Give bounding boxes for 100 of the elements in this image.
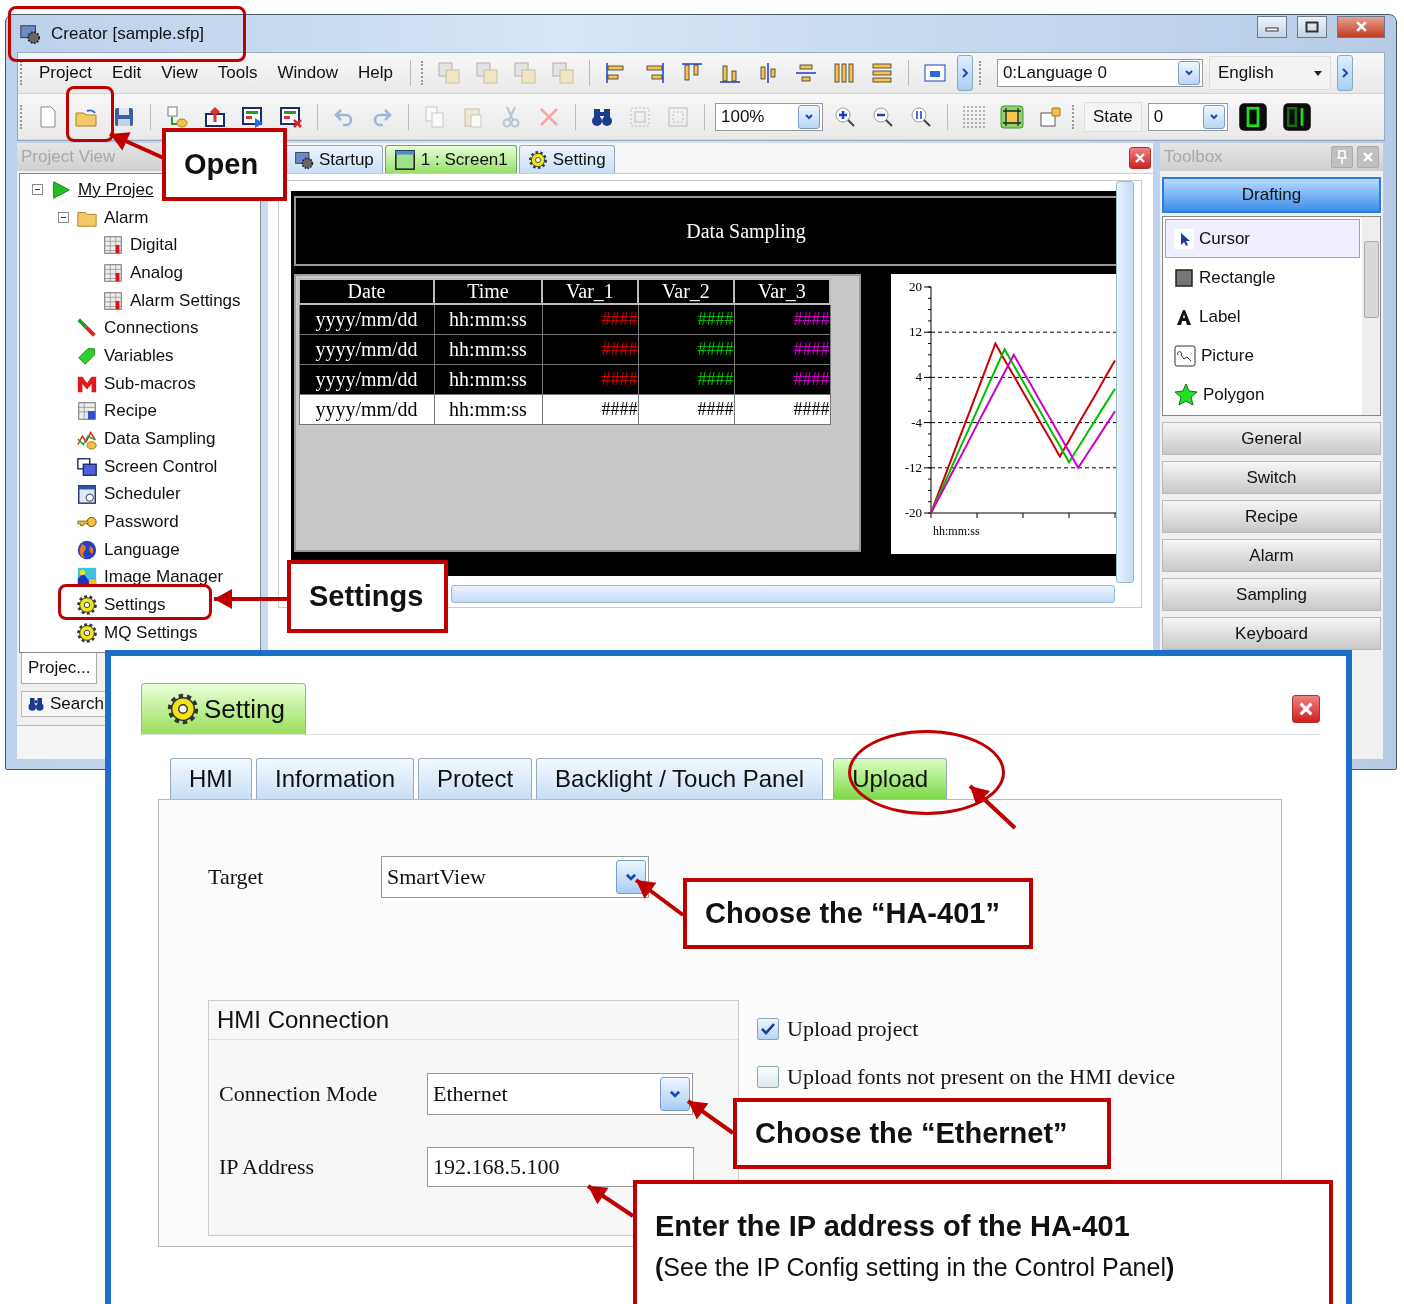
toolbox-category[interactable]: General: [1162, 422, 1381, 455]
table-cell: hh:mm:ss: [434, 304, 542, 335]
tree-item[interactable]: MQ Settings: [104, 622, 198, 643]
toolbox-category[interactable]: Recipe: [1162, 500, 1381, 533]
tree-item[interactable]: Connections: [104, 318, 199, 339]
collapse-icon[interactable]: [57, 212, 69, 224]
tree-item[interactable]: Language: [104, 539, 180, 560]
tool-item[interactable]: Cursor: [1165, 219, 1360, 258]
state-dropdown[interactable]: 0: [1147, 102, 1228, 131]
horizontal-scrollbar[interactable]: [451, 585, 1115, 603]
chevron-right-icon: [1340, 68, 1349, 78]
target-dropdown[interactable]: SmartView: [381, 856, 649, 898]
table-cell: yyyy/mm/dd: [299, 394, 434, 425]
panel-tab[interactable]: Projec...: [21, 653, 98, 684]
language-dropdown[interactable]: 0:Language 0: [996, 59, 1203, 87]
toolbox-category[interactable]: Alarm: [1162, 539, 1381, 572]
toolbox-category[interactable]: Sampling: [1162, 578, 1381, 611]
menu-item[interactable]: Help: [350, 63, 400, 83]
search-icon: [26, 695, 46, 713]
y-tick-label: 4: [915, 369, 922, 385]
vertical-scrollbar[interactable]: [1116, 181, 1134, 583]
tree-item[interactable]: Image Manager: [104, 567, 224, 588]
settings-tab[interactable]: Information: [256, 758, 415, 799]
tree-item[interactable]: Analog: [130, 262, 183, 283]
tree-item[interactable]: Sub-macros: [104, 373, 196, 394]
gear-icon: [76, 621, 98, 644]
tree-item[interactable]: Password: [104, 512, 179, 533]
gear-icon: [166, 692, 200, 726]
tree-item[interactable]: Settings: [104, 595, 166, 616]
dialog-tab[interactable]: Setting: [141, 683, 306, 734]
editor-tab[interactable]: Startup: [285, 145, 383, 173]
table-cell: ####: [542, 334, 638, 365]
tree-item[interactable]: Screen Control: [104, 456, 218, 477]
gear-icon: [76, 594, 98, 617]
menu-item[interactable]: Project: [32, 63, 99, 83]
tree-item[interactable]: Recipe: [104, 401, 157, 422]
editor-tab[interactable]: 1 : Screen1: [384, 145, 517, 173]
tree-item[interactable]: Variables: [104, 345, 174, 366]
table-cell: hh:mm:ss: [434, 334, 542, 365]
checkbox[interactable]: [757, 1018, 779, 1040]
editor-tab[interactable]: Setting: [518, 145, 615, 173]
toolbox-category[interactable]: Keyboard: [1162, 617, 1381, 650]
y-tick-label: -12: [904, 459, 922, 475]
group-title: HMI Connection: [209, 1001, 738, 1040]
tool-item[interactable]: Picture: [1165, 336, 1360, 375]
tree-item[interactable]: Scheduler: [104, 484, 181, 505]
menu-item[interactable]: Window: [270, 63, 345, 83]
settings-tab[interactable]: Upload: [833, 758, 948, 799]
tree-item[interactable]: Alarm: [104, 207, 149, 228]
settings-tab[interactable]: Backlight / Touch Panel: [536, 758, 824, 799]
tool-item[interactable]: Label: [1165, 297, 1360, 336]
callout-note: (See the IP Config setting in the Control Panel): [655, 1253, 1176, 1282]
settings-tab[interactable]: Protect: [418, 758, 533, 799]
tool-item[interactable]: Polygon: [1165, 375, 1360, 414]
y-tick-label: -20: [904, 505, 922, 520]
locale-dropdown[interactable]: English: [1208, 56, 1331, 90]
caret-down-icon: [1313, 70, 1322, 76]
close-button[interactable]: [1337, 15, 1385, 38]
scroll-thumb[interactable]: [1364, 241, 1379, 318]
column-header: Time: [434, 279, 542, 304]
maximize-button[interactable]: [1297, 15, 1327, 38]
toolbox-category[interactable]: Switch: [1162, 461, 1381, 494]
overflow-button[interactable]: [956, 55, 973, 91]
rectangle-icon: [1174, 267, 1194, 288]
play-icon: [50, 178, 72, 201]
ip-address-field[interactable]: 192.168.5.100: [427, 1147, 694, 1187]
menu-item[interactable]: View: [154, 63, 205, 83]
callout-text: Choose the “Ethernet”: [755, 1117, 1069, 1150]
vertical-scrollbar[interactable]: [1362, 217, 1380, 415]
menu-item[interactable]: Tools: [210, 63, 265, 83]
chevron-right-icon: [960, 68, 969, 78]
collapse-icon[interactable]: [31, 184, 43, 196]
chevron-down-icon: [804, 112, 814, 121]
table-cell: ####: [638, 304, 734, 335]
close-button[interactable]: [1292, 694, 1320, 723]
tree-item[interactable]: Data Sampling: [104, 429, 216, 450]
overflow-button[interactable]: [1336, 55, 1353, 91]
close-button[interactable]: [1129, 147, 1151, 169]
table-cell: hh:mm:ss: [434, 394, 542, 425]
window-title: Creator [sample.sfp]: [51, 23, 205, 44]
connection-mode-dropdown[interactable]: Ethernet: [427, 1073, 693, 1115]
tool-item[interactable]: Rectangle: [1165, 258, 1360, 297]
checkbox[interactable]: [757, 1066, 779, 1088]
toolbox-category[interactable]: Drafting: [1162, 177, 1381, 213]
callout-text: Enter the IP address of the HA-401: [655, 1210, 1131, 1243]
table-icon: [102, 289, 124, 312]
menu-item[interactable]: Edit: [104, 63, 149, 83]
table-cell: yyyy/mm/dd: [299, 304, 434, 335]
tree-item[interactable]: Digital: [130, 235, 178, 256]
settings-tab[interactable]: HMI: [170, 758, 252, 799]
column-header: Var_2: [638, 279, 734, 304]
chevron-down-icon: [624, 871, 638, 883]
minimize-button[interactable]: [1257, 15, 1287, 38]
monitor-gear-icon: [294, 149, 314, 170]
tree-item[interactable]: Alarm Settings: [130, 290, 241, 311]
zoom-dropdown[interactable]: 100%: [715, 102, 823, 131]
window-icon: [393, 148, 416, 171]
tree-item[interactable]: My Projec: [78, 179, 154, 200]
table-cell: ####: [638, 394, 734, 425]
callout-text: Settings: [309, 580, 425, 613]
